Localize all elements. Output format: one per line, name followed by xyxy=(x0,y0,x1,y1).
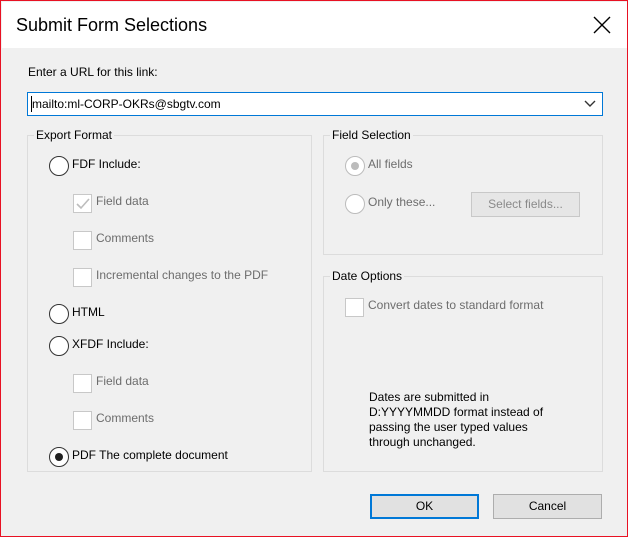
checkmark-icon xyxy=(76,198,90,210)
select-fields-button[interactable]: Select fields... xyxy=(471,192,580,217)
radio-html[interactable] xyxy=(49,304,69,324)
radio-xfdf[interactable] xyxy=(49,336,69,356)
radio-fdf[interactable] xyxy=(49,156,69,176)
checkbox-convert-dates[interactable] xyxy=(345,298,364,317)
field-selection-title: Field Selection xyxy=(330,128,413,142)
radio-only-these-label: Only these... xyxy=(368,195,436,209)
cancel-button[interactable]: Cancel xyxy=(493,494,602,519)
checkbox-fdf-field-data[interactable] xyxy=(73,194,92,213)
date-options-note: Dates are submitted in D:YYYYMMDD format… xyxy=(369,390,569,450)
date-note-line: passing the user typed values xyxy=(369,420,528,434)
url-combobox[interactable]: mailto:ml-CORP-OKRs@sbgtv.com xyxy=(27,92,603,116)
radio-pdf-dot xyxy=(55,453,63,461)
checkbox-convert-dates-label: Convert dates to standard format xyxy=(368,298,544,312)
export-format-group xyxy=(27,135,312,472)
export-format-title: Export Format xyxy=(34,128,115,142)
radio-pdf[interactable] xyxy=(49,447,69,467)
radio-fdf-label: FDF Include: xyxy=(72,157,141,171)
radio-all-fields-label: All fields xyxy=(368,157,413,171)
radio-html-label: HTML xyxy=(72,305,105,319)
url-input[interactable]: mailto:ml-CORP-OKRs@sbgtv.com xyxy=(32,97,221,111)
radio-only-these[interactable] xyxy=(345,194,365,214)
checkbox-xfdf-comments-label: Comments xyxy=(96,411,155,425)
close-icon xyxy=(593,16,611,34)
chevron-down-icon[interactable] xyxy=(584,99,596,109)
dialog-title: Submit Form Selections xyxy=(16,15,208,35)
checkbox-fdf-comments-label: Comments xyxy=(96,231,155,245)
radio-all-fields-dot xyxy=(351,162,359,170)
checkbox-fdf-comments[interactable] xyxy=(73,231,92,250)
radio-xfdf-label: XFDF Include: xyxy=(72,337,149,351)
date-note-line: D:YYYYMMDD format instead of xyxy=(369,405,544,419)
checkbox-xfdf-field-data-label: Field data xyxy=(96,374,149,388)
checkbox-xfdf-field-data[interactable] xyxy=(73,374,92,393)
submit-form-dialog: Submit Form Selections Enter a URL for t… xyxy=(0,0,628,537)
date-options-title: Date Options xyxy=(330,269,405,283)
title-bar: Submit Form Selections xyxy=(2,2,627,48)
radio-all-fields[interactable] xyxy=(345,156,365,176)
checkbox-fdf-incremental-label: Incremental changes to the PDF xyxy=(96,268,269,282)
checkbox-xfdf-comments[interactable] xyxy=(73,411,92,430)
close-button[interactable] xyxy=(591,14,613,36)
date-note-line: Dates are submitted in xyxy=(369,390,490,404)
checkbox-fdf-incremental[interactable] xyxy=(73,268,92,287)
ok-button[interactable]: OK xyxy=(370,494,479,519)
checkbox-fdf-field-data-label: Field data xyxy=(96,194,149,208)
url-label: Enter a URL for this link: xyxy=(28,65,158,79)
radio-pdf-label: PDF The complete document xyxy=(72,448,228,462)
date-note-line: through unchanged. xyxy=(369,435,476,449)
